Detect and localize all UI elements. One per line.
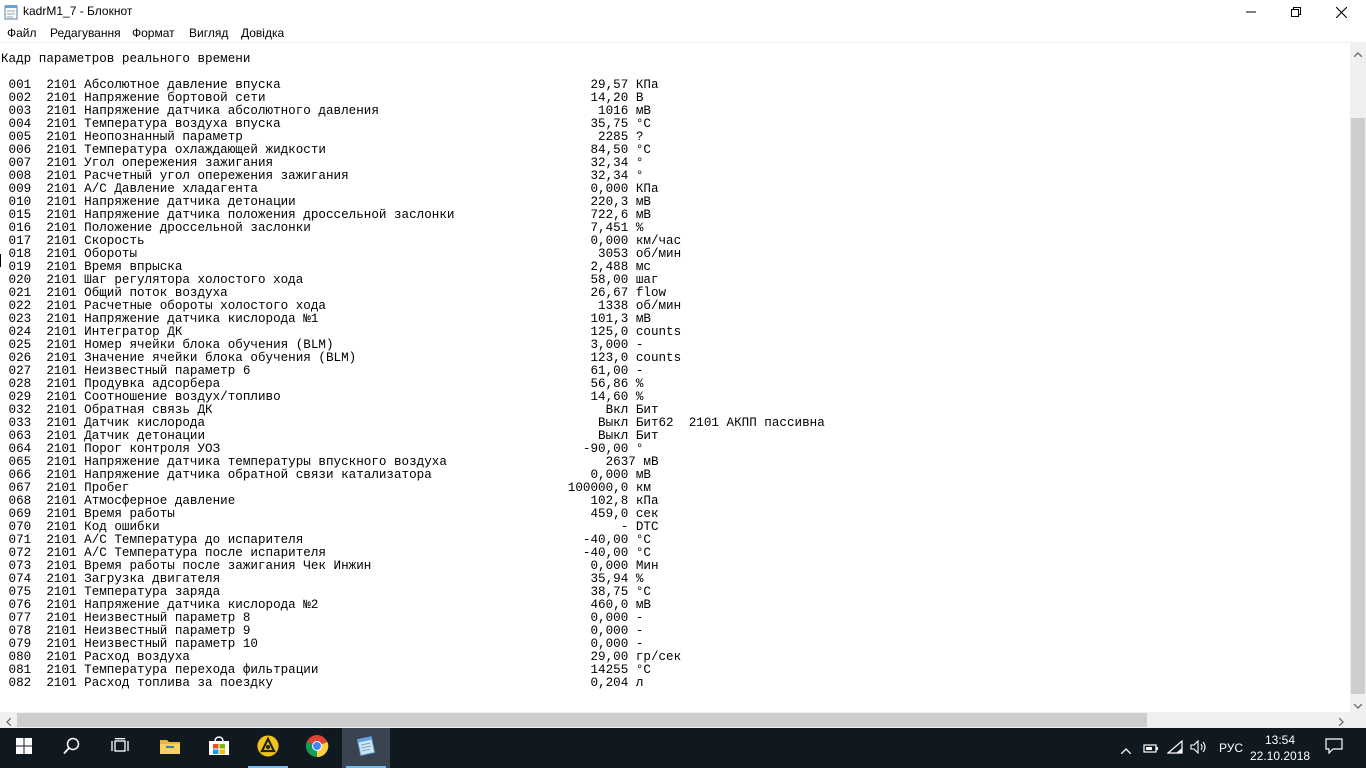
notepad-taskbar-button[interactable] xyxy=(342,728,390,768)
show-hidden-icons-button[interactable] xyxy=(1116,728,1136,768)
running-app-button[interactable] xyxy=(244,728,292,768)
horizontal-scroll-thumb[interactable] xyxy=(17,713,1147,727)
chevron-up-icon xyxy=(1120,739,1132,758)
restore-icon xyxy=(1291,7,1301,17)
window-title: kadrM1_7 - Блокнот xyxy=(23,4,133,18)
chevron-up-icon xyxy=(1353,42,1363,61)
horizontal-scrollbar[interactable] xyxy=(0,712,1350,728)
close-button[interactable] xyxy=(1318,0,1364,24)
maximize-button[interactable] xyxy=(1273,0,1319,24)
scrollbar-corner xyxy=(1350,712,1366,728)
store-button[interactable] xyxy=(195,728,243,768)
scroll-up-button[interactable] xyxy=(1350,43,1366,60)
menu-bar: Файл Редагування Формат Вигляд Довідка xyxy=(0,24,1366,43)
vertical-scrollbar[interactable] xyxy=(1350,43,1366,712)
close-icon xyxy=(1335,6,1347,18)
notepad-icon xyxy=(356,735,376,761)
clock-button[interactable]: 13:54 22.10.2018 xyxy=(1250,732,1310,764)
title-bar[interactable]: kadrM1_7 - Блокнот xyxy=(0,0,1366,24)
menu-view[interactable]: Вигляд xyxy=(189,26,228,40)
task-view-button[interactable] xyxy=(96,728,144,768)
app-icon xyxy=(256,734,280,762)
menu-format[interactable]: Формат xyxy=(132,26,175,40)
menu-help[interactable]: Довідка xyxy=(241,26,284,40)
input-language-button[interactable]: РУС xyxy=(1213,728,1249,768)
search-button[interactable] xyxy=(48,728,96,768)
windows-start-icon xyxy=(16,738,32,758)
file-explorer-icon xyxy=(159,737,181,759)
power-plug-icon xyxy=(1143,739,1159,758)
scroll-right-button[interactable] xyxy=(1333,712,1350,728)
vertical-scroll-thumb[interactable] xyxy=(1351,118,1365,694)
speaker-icon xyxy=(1190,739,1208,758)
menu-file[interactable]: Файл xyxy=(7,26,37,40)
file-explorer-button[interactable] xyxy=(146,728,194,768)
taskbar: РУС 13:54 22.10.2018 xyxy=(0,728,1366,768)
search-icon xyxy=(63,737,81,759)
chrome-icon xyxy=(305,734,329,762)
store-icon xyxy=(208,736,230,760)
task-view-icon xyxy=(111,738,129,758)
chevron-right-icon xyxy=(1338,711,1344,730)
text-editor[interactable]: Кадр параметров реального времени 001 21… xyxy=(0,43,1350,712)
chrome-button[interactable] xyxy=(293,728,341,768)
text-caret xyxy=(0,254,1,267)
scroll-down-button[interactable] xyxy=(1350,695,1366,712)
chevron-down-icon xyxy=(1353,694,1363,713)
menu-edit[interactable]: Редагування xyxy=(50,26,121,40)
clock-date: 22.10.2018 xyxy=(1250,749,1311,763)
volume-tray-button[interactable] xyxy=(1188,728,1210,768)
chevron-left-icon xyxy=(6,711,12,730)
document-text[interactable]: Кадр параметров реального времени 001 21… xyxy=(0,43,1350,690)
notification-icon xyxy=(1325,738,1343,758)
minimize-icon xyxy=(1246,7,1256,17)
minimize-button[interactable] xyxy=(1228,0,1274,24)
power-tray-button[interactable] xyxy=(1140,728,1162,768)
network-tray-button[interactable] xyxy=(1164,728,1186,768)
notepad-icon xyxy=(4,4,18,20)
start-button[interactable] xyxy=(0,728,48,768)
action-center-button[interactable] xyxy=(1316,728,1352,768)
wifi-icon xyxy=(1166,739,1183,758)
scroll-left-button[interactable] xyxy=(0,712,17,728)
clock-time: 13:54 xyxy=(1264,733,1296,747)
